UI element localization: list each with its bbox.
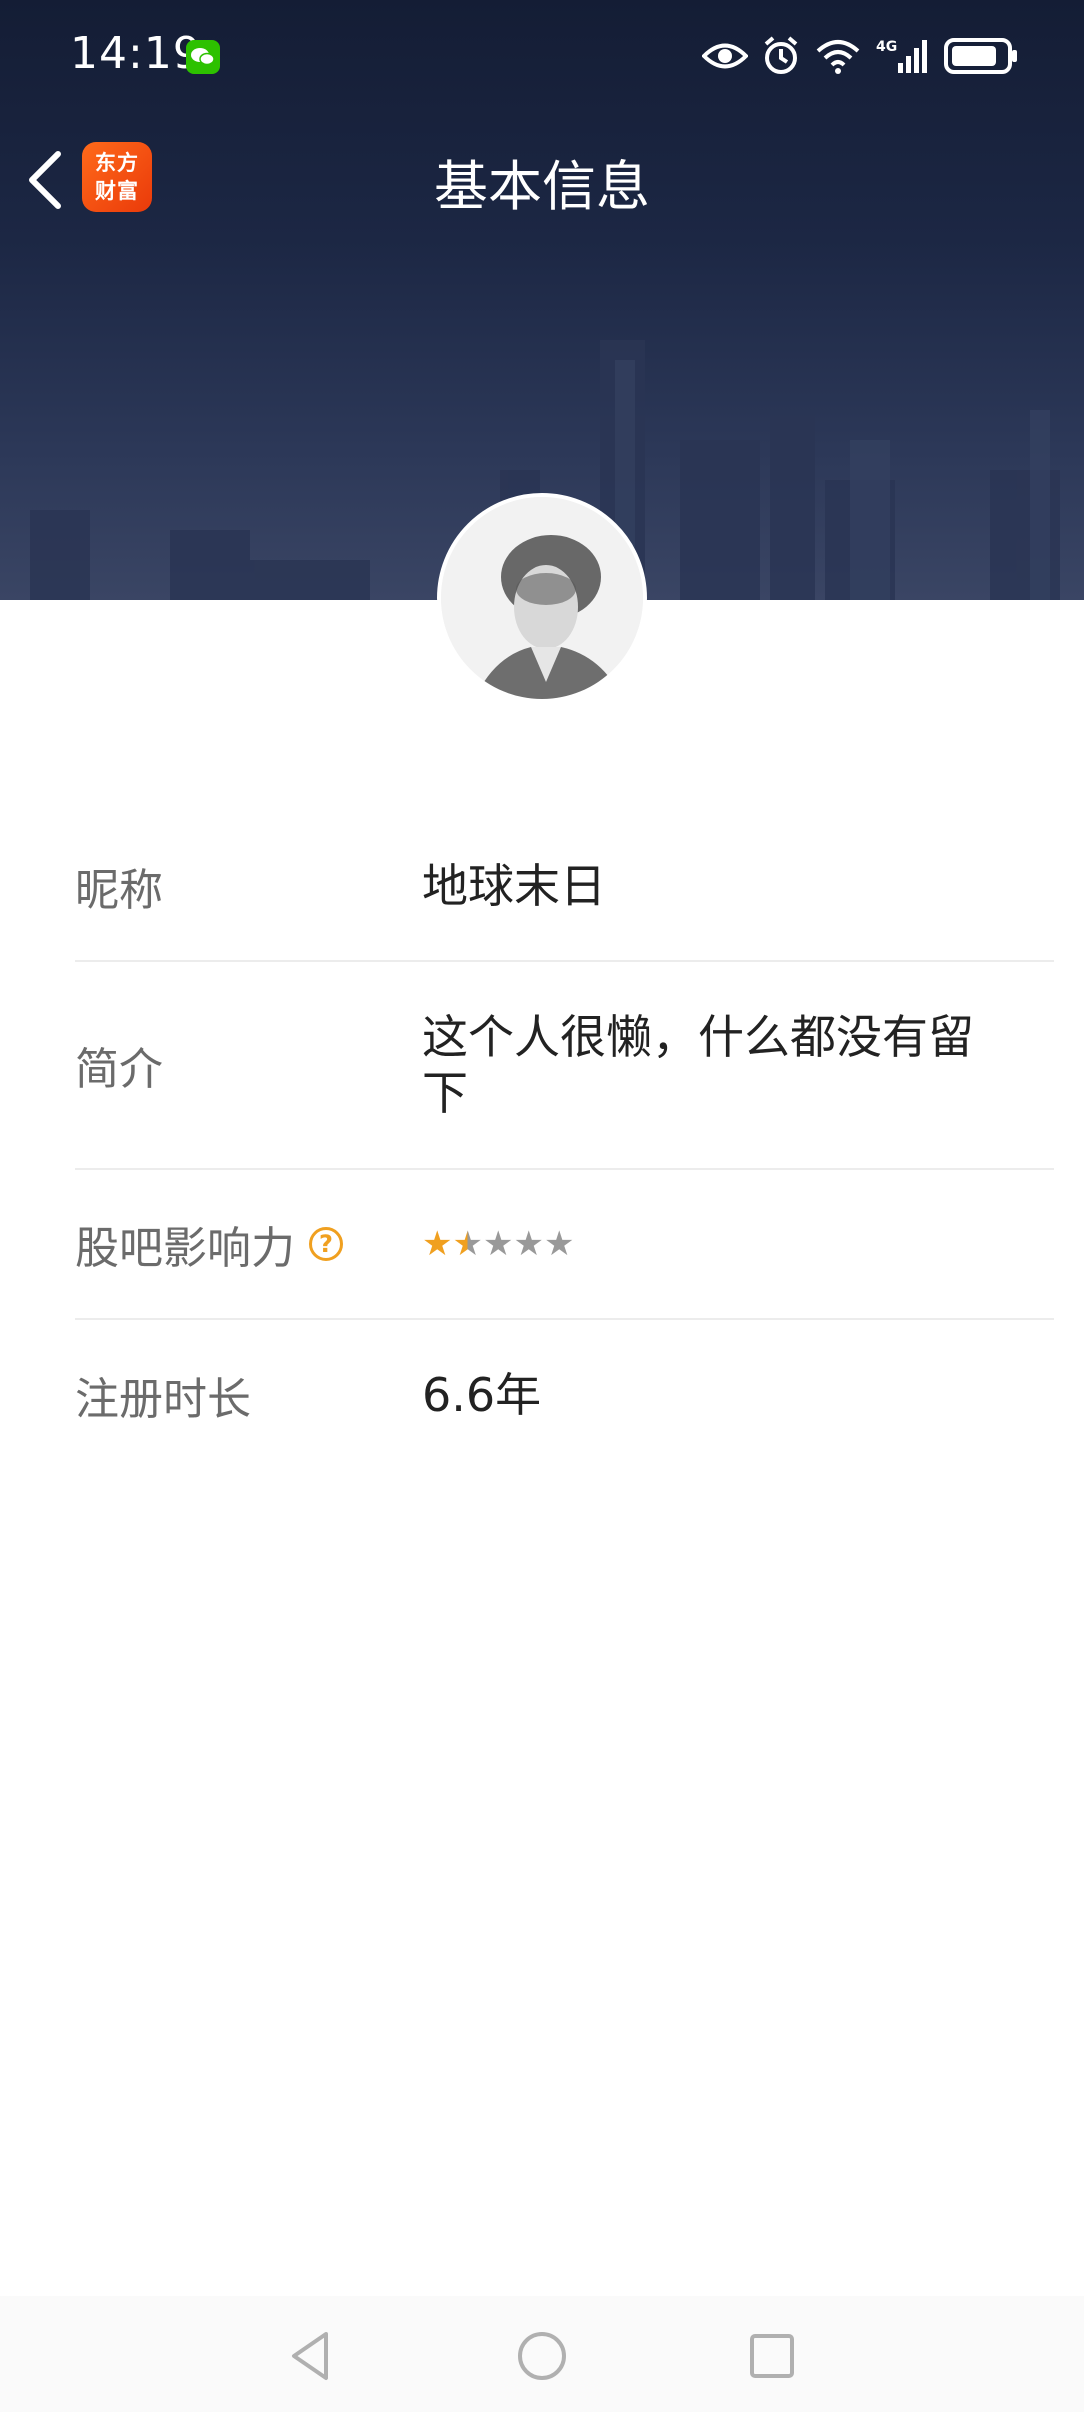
star-rating: ★ ★ ★ ★ ★ — [422, 1227, 1014, 1261]
battery-icon — [944, 38, 1017, 74]
bio-value: 这个人很懒，什么都没有留下 — [422, 1010, 974, 1120]
avatar[interactable] — [437, 493, 647, 703]
star-icon: ★ — [543, 1224, 575, 1264]
star-icon: ★ — [513, 1224, 544, 1264]
alarm-icon — [764, 36, 798, 74]
page-title: 基本信息 — [434, 155, 650, 218]
nav-back-icon[interactable] — [282, 2326, 342, 2386]
profile-info-list: 昵称 地球末日 简介 这个人很懒，什么都没有留下 股吧影响力 ? ★ ★ ★ ★ ★ 注… — [75, 812, 1054, 1470]
registration-value: 6.6年 — [422, 1368, 542, 1422]
wifi-icon — [816, 40, 860, 74]
bio-row: 简介 这个人很懒，什么都没有留下 — [75, 962, 1054, 1170]
status-bar: 14:19 4G — [0, 0, 1084, 110]
registration-label: 注册时长 — [75, 1374, 251, 1425]
svg-text:4G: 4G — [876, 39, 897, 55]
influence-rating: ★ ★ ★ ★ ★ — [422, 1227, 1054, 1261]
eye-icon — [702, 43, 748, 69]
nickname-value: 地球末日 — [422, 859, 606, 913]
screen: 14:19 4G 东方 财富 基本信息 昵称 地球末日 简介 这个人很懒，什么都… — [0, 0, 1084, 2412]
wechat-icon — [186, 40, 220, 74]
system-navigation-bar — [0, 2296, 1084, 2412]
star-icon: ★ — [452, 1224, 483, 1264]
influence-row: 股吧影响力 ? ★ ★ ★ ★ ★ — [75, 1170, 1054, 1320]
star-icon: ★ — [422, 1224, 453, 1264]
registration-row: 注册时长 6.6年 — [75, 1320, 1054, 1470]
nickname-row: 昵称 地球末日 — [75, 812, 1054, 962]
influence-label: 股吧影响力 — [75, 1223, 295, 1274]
nav-home-icon[interactable] — [512, 2326, 572, 2386]
star-icon: ★ — [482, 1224, 514, 1264]
avatar-image — [441, 497, 643, 699]
nav-recents-icon[interactable] — [742, 2326, 802, 2386]
nickname-label: 昵称 — [75, 865, 163, 916]
bio-label: 简介 — [75, 1044, 163, 1095]
influence-label-wrap: 股吧影响力 ? — [75, 1212, 422, 1276]
status-time: 14:19 — [70, 28, 202, 79]
status-icons: 4G — [702, 32, 1018, 80]
help-icon[interactable]: ? — [309, 1227, 343, 1261]
signal-4g-icon: 4G — [876, 39, 927, 73]
